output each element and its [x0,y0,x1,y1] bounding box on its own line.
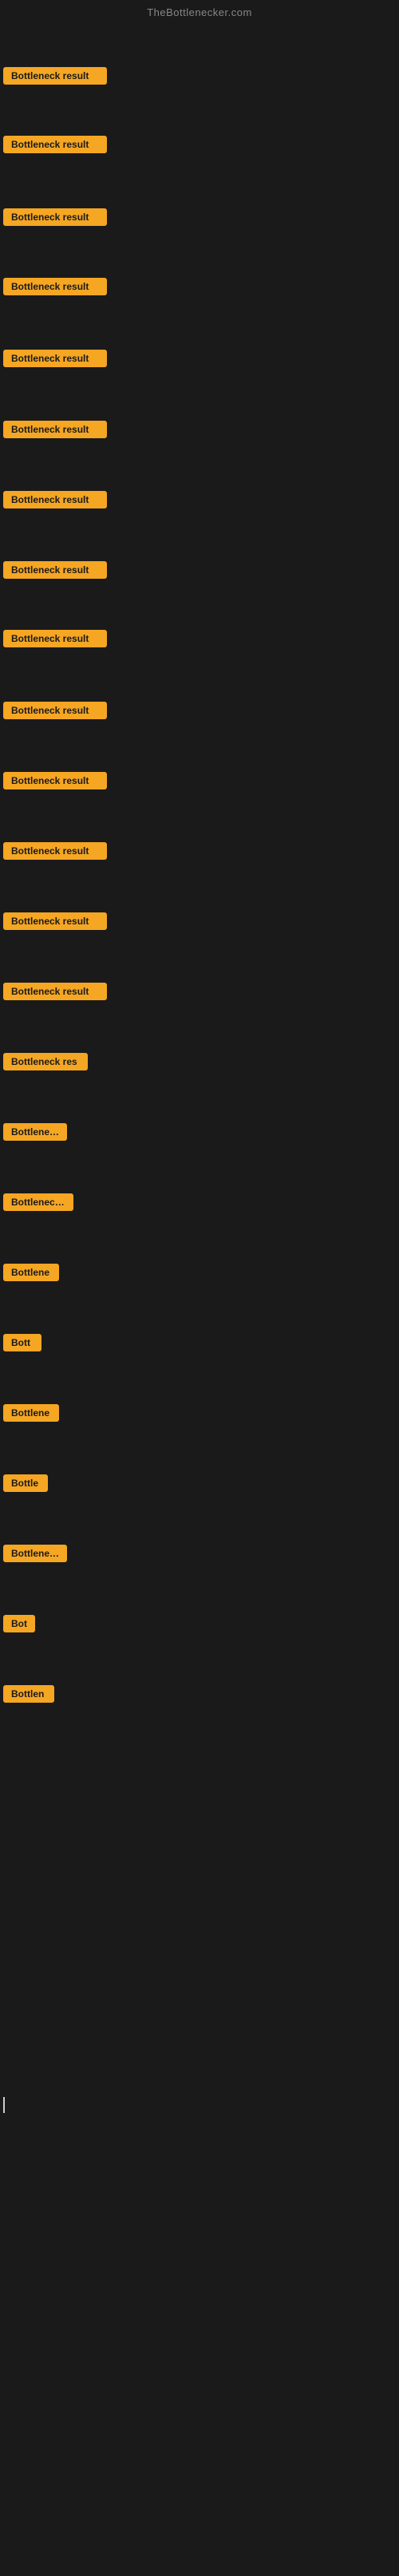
result-row-19[interactable]: Bott [3,1334,41,1355]
bottleneck-badge-14[interactable]: Bottleneck result [3,983,107,1000]
result-row-7[interactable]: Bottleneck result [3,491,107,512]
bottleneck-badge-16[interactable]: Bottleneck [3,1123,67,1141]
bottleneck-badge-1[interactable]: Bottleneck result [3,67,107,85]
bottleneck-badge-7[interactable]: Bottleneck result [3,491,107,508]
result-row-17[interactable]: Bottleneck r [3,1193,73,1215]
result-row-20[interactable]: Bottlene [3,1404,59,1426]
bottleneck-badge-17[interactable]: Bottleneck r [3,1193,73,1211]
result-row-24[interactable]: Bottlen [3,1685,54,1707]
result-row-18[interactable]: Bottlene [3,1264,59,1285]
bottleneck-badge-5[interactable]: Bottleneck result [3,350,107,367]
result-row-5[interactable]: Bottleneck result [3,350,107,371]
bottleneck-badge-21[interactable]: Bottle [3,1474,48,1492]
bottleneck-badge-13[interactable]: Bottleneck result [3,912,107,930]
bottleneck-badge-20[interactable]: Bottlene [3,1404,59,1422]
bottleneck-badge-18[interactable]: Bottlene [3,1264,59,1281]
result-row-12[interactable]: Bottleneck result [3,842,107,864]
bottleneck-badge-12[interactable]: Bottleneck result [3,842,107,860]
result-row-11[interactable]: Bottleneck result [3,772,107,793]
result-row-13[interactable]: Bottleneck result [3,912,107,934]
result-row-8[interactable]: Bottleneck result [3,561,107,583]
result-row-4[interactable]: Bottleneck result [3,278,107,299]
bottleneck-badge-11[interactable]: Bottleneck result [3,772,107,789]
bottleneck-badge-10[interactable]: Bottleneck result [3,702,107,719]
result-row-14[interactable]: Bottleneck result [3,983,107,1004]
result-row-22[interactable]: Bottleneck [3,1545,67,1566]
bottleneck-badge-6[interactable]: Bottleneck result [3,421,107,438]
result-row-23[interactable]: Bot [3,1615,35,1636]
result-row-16[interactable]: Bottleneck [3,1123,67,1145]
bottleneck-badge-24[interactable]: Bottlen [3,1685,54,1703]
result-row-9[interactable]: Bottleneck result [3,630,107,651]
bottleneck-badge-9[interactable]: Bottleneck result [3,630,107,647]
bottleneck-badge-23[interactable]: Bot [3,1615,35,1632]
results-container: Bottleneck result Bottleneck result Bottle… [0,22,399,2576]
bottleneck-badge-15[interactable]: Bottleneck res [3,1053,88,1070]
result-row-15[interactable]: Bottleneck res [3,1053,88,1074]
result-row-3[interactable]: Bottleneck result [3,208,107,230]
bottleneck-badge-19[interactable]: Bott [3,1334,41,1351]
result-row-2[interactable]: Bottleneck result [3,136,107,157]
text-cursor [3,2097,5,2113]
bottleneck-badge-22[interactable]: Bottleneck [3,1545,67,1562]
result-row-1[interactable]: Bottleneck result [3,67,107,89]
bottleneck-badge-4[interactable]: Bottleneck result [3,278,107,295]
bottleneck-badge-8[interactable]: Bottleneck result [3,561,107,579]
result-row-10[interactable]: Bottleneck result [3,702,107,723]
bottleneck-badge-2[interactable]: Bottleneck result [3,136,107,153]
result-row-21[interactable]: Bottle [3,1474,48,1496]
result-row-6[interactable]: Bottleneck result [3,421,107,442]
bottleneck-badge-3[interactable]: Bottleneck result [3,208,107,226]
site-title: TheBottlenecker.com [0,0,399,22]
